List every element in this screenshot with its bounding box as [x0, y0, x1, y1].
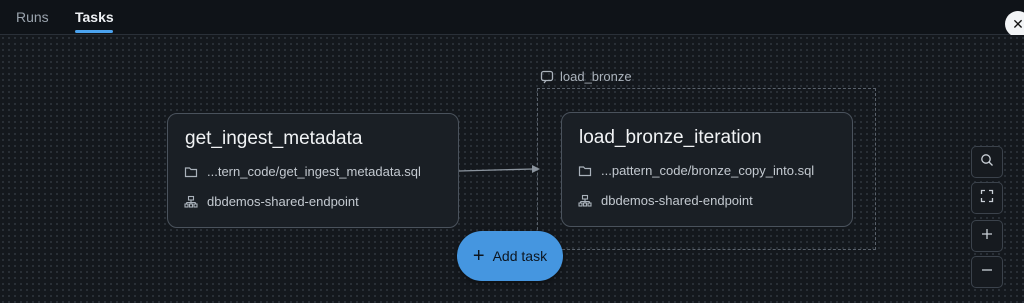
close-icon: ✕: [1012, 15, 1024, 32]
task-file-row: ...pattern_code/bronze_copy_into.sql: [578, 163, 814, 178]
folder-icon: [184, 165, 198, 179]
zoom-in-button[interactable]: [971, 220, 1003, 252]
sql-warehouse-icon: [184, 195, 198, 209]
task-endpoint: dbdemos-shared-endpoint: [207, 194, 359, 209]
search-icon: [980, 153, 994, 172]
task-title: get_ingest_metadata: [185, 128, 363, 149]
task-card-load-bronze-iteration[interactable]: load_bronze_iteration ...pattern_code/br…: [561, 112, 853, 227]
task-file-path: ...pattern_code/bronze_copy_into.sql: [601, 163, 815, 178]
loop-icon: [540, 70, 554, 84]
task-endpoint-row: dbdemos-shared-endpoint: [578, 193, 753, 208]
search-button[interactable]: [971, 146, 1003, 178]
close-button[interactable]: ✕: [1005, 11, 1024, 37]
fit-view-button[interactable]: [971, 182, 1003, 214]
fit-view-icon: [980, 189, 994, 208]
folder-icon: [578, 164, 592, 178]
group-name: load_bronze: [560, 69, 632, 84]
add-task-label: Add task: [492, 248, 548, 264]
task-endpoint-row: dbdemos-shared-endpoint: [184, 194, 359, 209]
add-task-button[interactable]: + Add task: [457, 231, 563, 281]
task-title: load_bronze_iteration: [579, 127, 762, 148]
tab-runs[interactable]: Runs: [16, 9, 49, 25]
zoom-in-icon: [980, 227, 994, 246]
active-tab-indicator: [75, 30, 113, 33]
tab-tasks[interactable]: Tasks: [75, 9, 114, 25]
task-file-row: ...tern_code/get_ingest_metadata.sql: [184, 164, 421, 179]
task-card-get-ingest-metadata[interactable]: get_ingest_metadata ...tern_code/get_ing…: [167, 113, 459, 228]
plus-icon: +: [472, 245, 485, 267]
zoom-out-icon: [980, 263, 994, 282]
zoom-out-button[interactable]: [971, 256, 1003, 288]
for-each-group-label: load_bronze: [540, 69, 632, 84]
task-file-path: ...tern_code/get_ingest_metadata.sql: [207, 164, 421, 179]
task-endpoint: dbdemos-shared-endpoint: [601, 193, 753, 208]
tab-bar: Runs Tasks ✕: [0, 0, 1024, 37]
sql-warehouse-icon: [578, 194, 592, 208]
